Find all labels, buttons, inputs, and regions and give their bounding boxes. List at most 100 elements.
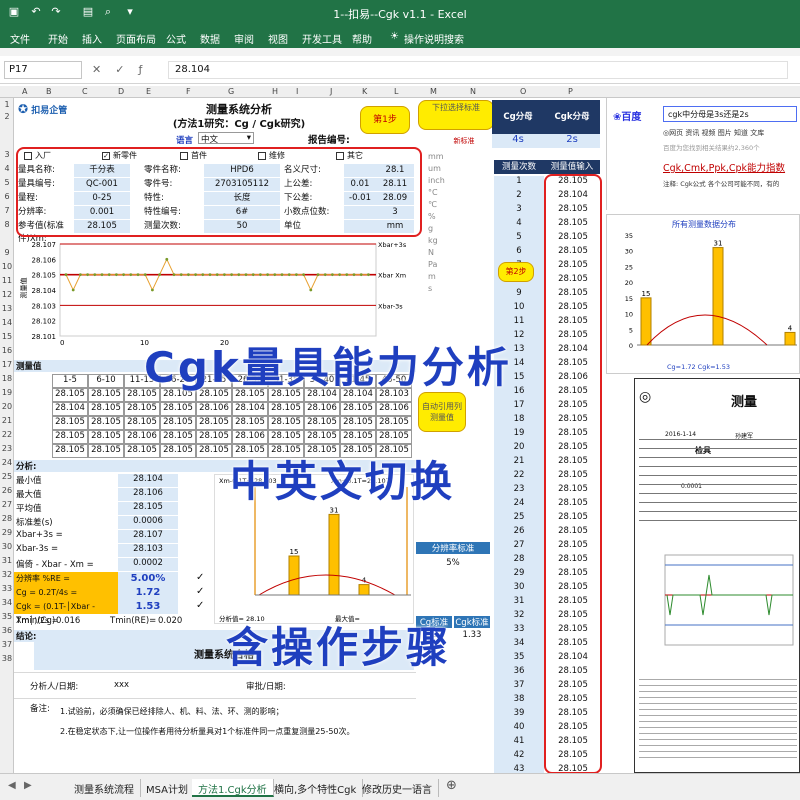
column-header-a[interactable]: A: [22, 87, 27, 96]
column-header-i[interactable]: I: [296, 87, 298, 96]
row-header[interactable]: 35: [0, 612, 14, 621]
cgk-denominator-value[interactable]: 2s: [544, 134, 600, 148]
row-header[interactable]: 37: [0, 640, 14, 649]
tell-me-search[interactable]: 操作说明搜索: [404, 31, 464, 46]
baidu-tabs[interactable]: ◎网页 资讯 视频 图片 知道 文库: [663, 128, 764, 138]
cg-denominator-value[interactable]: 4s: [492, 134, 544, 148]
row-header[interactable]: 25: [0, 472, 14, 481]
unit-option[interactable]: s: [428, 284, 432, 293]
grid-cell: 28.105: [196, 430, 232, 444]
column-header-b[interactable]: B: [46, 87, 52, 96]
row-header[interactable]: 19: [0, 388, 14, 397]
row-header[interactable]: 29: [0, 528, 14, 537]
row-header[interactable]: 32: [0, 570, 14, 579]
menu-home[interactable]: 开始: [48, 31, 68, 46]
unit-option[interactable]: °C: [428, 188, 438, 197]
menu-help[interactable]: 帮助: [352, 31, 372, 46]
column-header-o[interactable]: O: [520, 87, 526, 96]
column-header-d[interactable]: D: [118, 87, 124, 96]
baidu-result-title[interactable]: Cgk,Cmk,Ppk,Cpk能力指数: [663, 160, 785, 174]
formula-input[interactable]: 28.104: [168, 61, 788, 79]
tab-multi-cgk[interactable]: 横向,多个特性Cgk: [268, 779, 364, 797]
row-header[interactable]: 28: [0, 514, 14, 523]
unit-option[interactable]: mm: [428, 152, 444, 161]
unit-option[interactable]: Pa: [428, 260, 437, 269]
unit-option[interactable]: %: [428, 212, 436, 221]
worksheet[interactable]: ✪ 扣易企管 测量系统分析 (方法1研究：Cg / Cgk研究) 语言 中文 ▾…: [14, 98, 800, 773]
column-header-l[interactable]: L: [394, 87, 398, 96]
column-header-m[interactable]: M: [430, 87, 437, 96]
row-header[interactable]: 34: [0, 598, 14, 607]
unit-option[interactable]: kg: [428, 236, 438, 245]
unit-option[interactable]: N: [428, 248, 434, 257]
row-header[interactable]: 20: [0, 402, 14, 411]
fx-icon[interactable]: ƒ: [138, 63, 156, 76]
menu-formulas[interactable]: 公式: [166, 31, 186, 46]
tab-method1-cgk[interactable]: 方法1.Cgk分析: [192, 779, 274, 797]
menu-page-layout[interactable]: 页面布局: [116, 31, 156, 46]
tab-msa-plan[interactable]: MSA计划: [140, 779, 196, 797]
menu-review[interactable]: 审阅: [234, 31, 254, 46]
row-header[interactable]: 36: [0, 626, 14, 635]
baidu-search-input[interactable]: cgk中分母是3s还是2s: [663, 106, 797, 122]
row-header[interactable]: 22: [0, 430, 14, 439]
row-header[interactable]: 23: [0, 444, 14, 453]
menu-data[interactable]: 数据: [200, 31, 220, 46]
column-header-e[interactable]: E: [146, 87, 151, 96]
row-header[interactable]: 6: [0, 192, 14, 201]
row-header[interactable]: 8: [0, 220, 14, 229]
row-header[interactable]: 30: [0, 542, 14, 551]
column-header-n[interactable]: N: [470, 87, 476, 96]
cancel-icon[interactable]: ✕: [92, 63, 115, 76]
column-header-h[interactable]: H: [272, 87, 278, 96]
unit-option[interactable]: ℃: [428, 200, 437, 209]
tab-scroll-right-icon[interactable]: ▶: [24, 780, 32, 791]
column-header-c[interactable]: C: [82, 87, 88, 96]
row-header[interactable]: 13: [0, 304, 14, 313]
name-box[interactable]: P17: [4, 61, 82, 79]
menu-view[interactable]: 视图: [268, 31, 288, 46]
unit-option[interactable]: g: [428, 224, 433, 233]
column-header-j[interactable]: J: [330, 87, 332, 96]
row-header[interactable]: 38: [0, 654, 14, 663]
menu-file[interactable]: 文件: [10, 31, 30, 46]
row-header[interactable]: 24: [0, 458, 14, 467]
row-header[interactable]: 17: [0, 360, 14, 369]
row-header[interactable]: 14: [0, 318, 14, 327]
row-header[interactable]: 18: [0, 374, 14, 383]
enter-icon[interactable]: ✓: [115, 63, 138, 76]
row-header[interactable]: 16: [0, 346, 14, 355]
row-header[interactable]: 12: [0, 290, 14, 299]
column-header-k[interactable]: K: [362, 87, 367, 96]
row-header[interactable]: 2: [0, 112, 14, 121]
unit-option[interactable]: m: [428, 272, 436, 281]
tab-msa-flow[interactable]: 测量系统流程: [68, 779, 141, 797]
menu-insert[interactable]: 插入: [82, 31, 102, 46]
row-header[interactable]: 3: [0, 150, 14, 159]
tab-revision-history[interactable]: 修改历史一语言: [356, 779, 439, 797]
row-header[interactable]: 27: [0, 500, 14, 509]
row-header[interactable]: 11: [0, 276, 14, 285]
row-header[interactable]: 9: [0, 248, 14, 257]
add-sheet-icon[interactable]: ⊕: [446, 778, 457, 793]
row-header[interactable]: 4: [0, 164, 14, 173]
menu-developer[interactable]: 开发工具: [302, 31, 342, 46]
column-header-g[interactable]: G: [228, 87, 234, 96]
analyst-value[interactable]: xxx: [114, 680, 129, 690]
row-header[interactable]: 33: [0, 584, 14, 593]
tab-scroll-left-icon[interactable]: ◀: [8, 780, 16, 791]
unit-option[interactable]: inch: [428, 176, 445, 185]
row-header[interactable]: 31: [0, 556, 14, 565]
column-header-f[interactable]: F: [186, 87, 191, 96]
row-header[interactable]: 26: [0, 486, 14, 495]
column-header-p[interactable]: P: [568, 87, 573, 96]
row-header[interactable]: 1: [0, 100, 14, 109]
row-header[interactable]: 21: [0, 416, 14, 425]
row-header[interactable]: 15: [0, 332, 14, 341]
report-date: 2016-1-14: [665, 431, 697, 438]
unit-option[interactable]: um: [428, 164, 441, 173]
row-header[interactable]: 7: [0, 206, 14, 215]
row-header[interactable]: 5: [0, 178, 14, 187]
row-header[interactable]: 10: [0, 262, 14, 271]
language-select[interactable]: 中文 ▾: [198, 132, 254, 145]
